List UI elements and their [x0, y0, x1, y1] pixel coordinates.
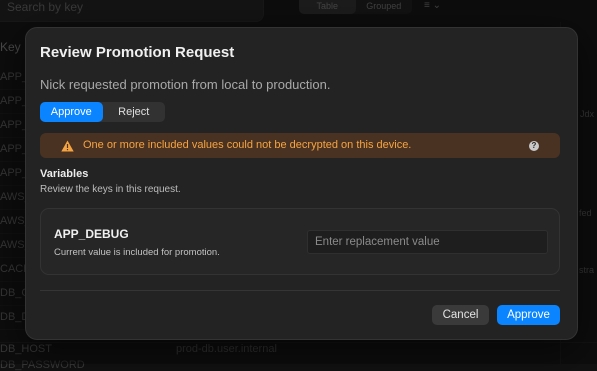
variable-description: Current value is included for promotion.	[54, 247, 220, 258]
decrypt-warning-banner: One or more included values could not be…	[40, 133, 560, 158]
approve-option[interactable]: Approve	[40, 102, 103, 122]
warning-text: One or more included values could not be…	[83, 139, 411, 151]
dialog-title: Review Promotion Request	[40, 44, 234, 61]
reject-option[interactable]: Reject	[103, 102, 166, 122]
approve-button[interactable]: Approve	[497, 305, 560, 325]
cancel-button[interactable]: Cancel	[432, 305, 489, 325]
decision-segmented-control: Approve Reject	[40, 102, 165, 122]
replacement-value-input[interactable]	[307, 230, 548, 254]
variable-key: APP_DEBUG	[54, 227, 129, 241]
variable-card: APP_DEBUG Current value is included for …	[40, 208, 560, 275]
variables-subheading: Review the keys in this request.	[40, 184, 181, 195]
help-icon[interactable]: ?	[529, 141, 539, 151]
footer-divider	[40, 290, 560, 291]
promotion-review-dialog: Review Promotion Request Nick requested …	[25, 27, 578, 340]
warning-triangle-icon	[61, 139, 74, 157]
dialog-subtitle: Nick requested promotion from local to p…	[40, 77, 330, 92]
variables-heading: Variables	[40, 168, 88, 180]
